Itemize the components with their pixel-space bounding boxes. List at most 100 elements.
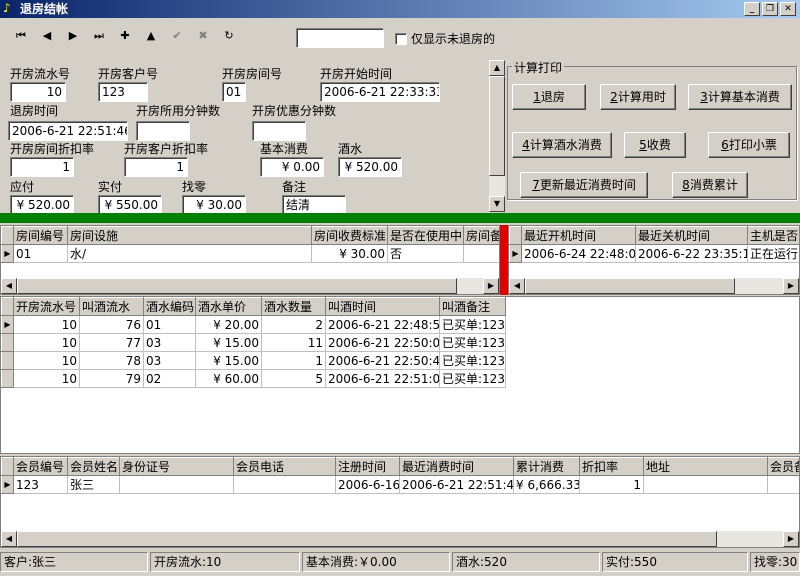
col-header[interactable]: 身份证号: [119, 457, 234, 476]
base-cost-label: 基本消费: [260, 142, 309, 156]
col-header[interactable]: 折扣率: [579, 457, 644, 476]
scroll-right-icon[interactable]: ▶: [783, 278, 799, 294]
used-minutes-field[interactable]: [136, 121, 190, 141]
table-row[interactable]: ▶ 01 水/ ¥ 30.00 否: [1, 244, 499, 263]
search-input[interactable]: [296, 28, 384, 48]
col-header[interactable]: 是否在使用中: [387, 226, 464, 245]
member-grid-header: 会员编号 会员姓名 身份证号 会员电话 注册时间 最近消费时间 累计消费 折扣率…: [1, 457, 799, 476]
calc-drinks-button[interactable]: 4计算酒水消费: [512, 132, 612, 158]
member-grid[interactable]: 会员编号 会员姓名 身份证号 会员电话 注册时间 最近消费时间 累计消费 折扣率…: [0, 456, 800, 548]
col-header[interactable]: 叫酒备注: [439, 297, 506, 316]
scroll-left-icon[interactable]: ◀: [509, 278, 525, 294]
col-header[interactable]: 会员编号: [13, 457, 68, 476]
splitter-bar[interactable]: [500, 225, 508, 295]
col-header[interactable]: 酒水编码: [143, 297, 196, 316]
charge-button[interactable]: 5收费: [624, 132, 686, 158]
col-header[interactable]: 累计消费: [513, 457, 580, 476]
calc-base-cost-button[interactable]: 3计算基本消费: [688, 84, 792, 110]
base-cost-field[interactable]: ¥ 0.00: [260, 157, 324, 177]
customer-rate-field[interactable]: 1: [124, 157, 188, 177]
scroll-down-icon[interactable]: ▼: [489, 196, 505, 212]
first-record-icon[interactable]: ⏮: [10, 27, 32, 45]
table-row[interactable]: 10 77 03 ¥ 15.00 11 2006-6-21 22:50:04 已…: [1, 333, 506, 352]
close-button[interactable]: ✕: [780, 2, 796, 16]
status-drinks: 酒水:520: [452, 552, 600, 572]
flow-no-field[interactable]: 10: [10, 82, 66, 102]
status-bar: 客户:张三 开房流水:10 基本消费:￥0.00 酒水:520 实付:550 找…: [0, 550, 800, 576]
cancel-record-icon[interactable]: ✖: [192, 27, 214, 45]
col-header[interactable]: 最近关机时间: [635, 226, 748, 245]
scroll-right-icon[interactable]: ▶: [483, 278, 499, 294]
next-record-icon[interactable]: ▶: [62, 27, 84, 45]
refresh-icon[interactable]: ↻: [218, 27, 240, 45]
add-record-icon[interactable]: ✚: [114, 27, 136, 45]
checkout-time-field[interactable]: 2006-6-21 22:51:46: [8, 121, 128, 141]
col-header[interactable]: 房间备: [463, 226, 499, 245]
last-record-icon[interactable]: ⏭: [88, 27, 110, 45]
update-last-consume-button[interactable]: 7更新最近消费时间: [520, 172, 648, 198]
edit-record-icon[interactable]: ▲: [140, 27, 162, 45]
table-row[interactable]: 10 78 03 ¥ 15.00 1 2006-6-21 22:50:42 已买…: [1, 351, 506, 370]
col-header[interactable]: 房间编号: [13, 226, 68, 245]
room-grid-hscroll[interactable]: ◀ ▶: [1, 278, 499, 294]
status-paid: 实付:550: [602, 552, 748, 572]
col-header[interactable]: 会员电话: [233, 457, 336, 476]
discount-minutes-field[interactable]: [252, 121, 306, 141]
consume-total-button[interactable]: 8消费累计: [672, 172, 748, 198]
col-header[interactable]: 最近消费时间: [399, 457, 514, 476]
col-header[interactable]: 会员备: [767, 457, 799, 476]
col-header[interactable]: 房间收费标准: [311, 226, 388, 245]
discount-minutes-label: 开房优惠分钟数: [252, 104, 337, 118]
col-header[interactable]: 叫酒流水: [79, 297, 144, 316]
drink-grid[interactable]: 开房流水号 叫酒流水 酒水编码 酒水单价 酒水数量 叫酒时间 叫酒备注 ▶ 10…: [0, 296, 800, 454]
minimize-button[interactable]: _: [744, 2, 760, 16]
window-title: 退房结帐: [20, 2, 69, 16]
scroll-left-icon[interactable]: ◀: [1, 531, 17, 547]
col-header[interactable]: 叫酒时间: [325, 297, 440, 316]
host-grid-header: 最近开机时间 最近关机时间 主机是否: [509, 226, 799, 245]
scroll-thumb[interactable]: [17, 278, 457, 294]
col-header[interactable]: 酒水数量: [261, 297, 326, 316]
prev-record-icon[interactable]: ◀: [36, 27, 58, 45]
col-header[interactable]: 主机是否: [747, 226, 799, 245]
scroll-up-icon[interactable]: ▲: [489, 60, 505, 76]
checkout-button[interactable]: 1退房: [512, 84, 586, 110]
host-grid-hscroll[interactable]: ◀ ▶: [509, 278, 799, 294]
table-row[interactable]: 10 79 02 ¥ 60.00 5 2006-6-21 22:51:01 已买…: [1, 369, 506, 388]
customer-no-field[interactable]: 123: [98, 82, 148, 102]
calc-time-button[interactable]: 2计算用时: [600, 84, 676, 110]
col-header[interactable]: 注册时间: [335, 457, 400, 476]
scroll-thumb[interactable]: [489, 76, 505, 176]
col-header[interactable]: 酒水单价: [195, 297, 262, 316]
col-header[interactable]: 会员姓名: [67, 457, 120, 476]
post-record-icon[interactable]: ✔: [166, 27, 188, 45]
col-header[interactable]: 开房流水号: [13, 297, 80, 316]
row-indicator-icon: ▶: [1, 315, 14, 334]
col-header[interactable]: 最近开机时间: [521, 226, 636, 245]
start-time-field[interactable]: 2006-6-21 22:33:33: [320, 82, 440, 102]
col-header[interactable]: 地址: [643, 457, 768, 476]
form-vertical-scrollbar[interactable]: ▲ ▼: [489, 60, 505, 212]
scroll-thumb[interactable]: [17, 531, 717, 547]
room-rate-field[interactable]: 1: [10, 157, 74, 177]
print-receipt-button[interactable]: 6打印小票: [708, 132, 790, 158]
room-no-field[interactable]: 01: [222, 82, 246, 102]
row-indicator-icon: ▶: [509, 244, 522, 263]
due-field[interactable]: ¥ 520.00: [10, 195, 74, 215]
table-row[interactable]: ▶ 2006-6-24 22:48:09 2006-6-22 23:35:18 …: [509, 244, 799, 263]
scroll-right-icon[interactable]: ▶: [783, 531, 799, 547]
restore-button[interactable]: ❐: [762, 2, 778, 16]
scroll-left-icon[interactable]: ◀: [1, 278, 17, 294]
table-row[interactable]: ▶ 123 张三 2006-6-16 2006-6-21 22:51:46 ¥ …: [1, 475, 799, 494]
scroll-thumb[interactable]: [525, 278, 735, 294]
paid-field[interactable]: ¥ 550.00: [98, 195, 162, 215]
col-header[interactable]: 房间设施: [67, 226, 312, 245]
change-field[interactable]: ¥ 30.00: [182, 195, 246, 215]
note-field[interactable]: 结清: [282, 195, 346, 215]
only-unchecked-checkbox[interactable]: [395, 33, 407, 45]
table-row[interactable]: ▶ 10 76 01 ¥ 20.00 2 2006-6-21 22:48:58 …: [1, 315, 506, 334]
room-grid[interactable]: 房间编号 房间设施 房间收费标准 是否在使用中 房间备 ▶ 01 水/ ¥ 30…: [0, 225, 500, 295]
drinks-field[interactable]: ¥ 520.00: [338, 157, 402, 177]
host-grid[interactable]: 最近开机时间 最近关机时间 主机是否 ▶ 2006-6-24 22:48:09 …: [508, 225, 800, 295]
member-grid-hscroll[interactable]: ◀ ▶: [1, 531, 799, 547]
